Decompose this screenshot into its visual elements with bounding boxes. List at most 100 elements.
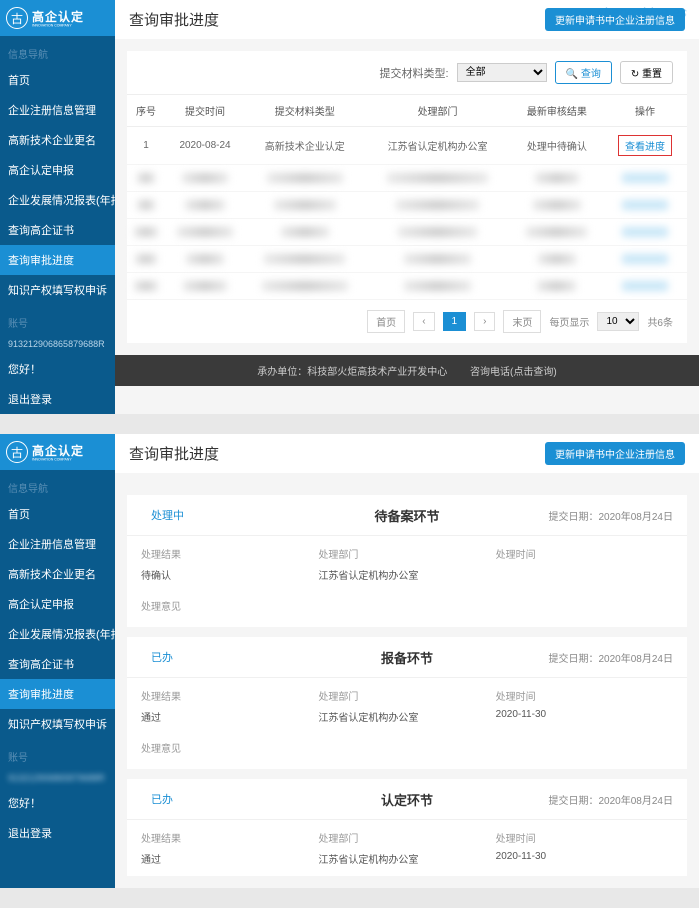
- status-tag: 处理中: [141, 505, 194, 525]
- nav-item-5[interactable]: 查询高企证书: [0, 649, 115, 679]
- nav-item-2[interactable]: 高新技术企业更名: [0, 125, 115, 155]
- footer-org: 承办单位：科技部火炬高技术产业开发中心: [257, 367, 447, 378]
- account-header-2: 账号: [0, 739, 115, 768]
- page-title: 查询审批进度: [129, 9, 219, 30]
- per-page-label: 每页显示: [549, 314, 589, 329]
- progress-table: 序号提交时间提交材料类型处理部门最新审核结果操作 1 2020-08-24 高新…: [127, 94, 687, 300]
- first-page-button[interactable]: 首页: [367, 310, 405, 333]
- footer-bar: 承办单位：科技部火炬高技术产业开发中心 咨询电话(点击查询): [115, 355, 699, 386]
- nav-item-4[interactable]: 企业发展情况报表(年报): [0, 185, 115, 215]
- table-row-blurred: [127, 273, 687, 300]
- account-id-2: 913212906865879688R: [0, 768, 115, 788]
- nav-item-7[interactable]: 知识产权填写权申诉: [0, 709, 115, 739]
- nav-item-1[interactable]: 企业注册信息管理: [0, 529, 115, 559]
- time-label: 处理时间: [496, 546, 673, 561]
- logo-name: 高企认定: [32, 8, 89, 25]
- update-registration-button-2[interactable]: 更新申请书中企业注册信息: [545, 442, 685, 465]
- nav-item-0[interactable]: 首页: [0, 499, 115, 529]
- table-row-blurred: [127, 192, 687, 219]
- logo-icon-2: 古: [6, 441, 28, 463]
- table-row-blurred: [127, 165, 687, 192]
- table-row-blurred: [127, 219, 687, 246]
- cell-date: 2020-08-24: [165, 127, 245, 165]
- filter-bar: 提交材料类型: 全部 🔍 查询 ↻ 重置: [127, 51, 687, 94]
- opinion-label: 处理意见: [127, 734, 687, 769]
- filter-label: 提交材料类型:: [380, 65, 449, 81]
- time-value: 2020-11-30: [496, 851, 673, 862]
- submit-date: 提交日期：2020年08月24日: [549, 792, 674, 807]
- logo-icon: 古: [6, 7, 28, 29]
- nav-item-5[interactable]: 查询高企证书: [0, 215, 115, 245]
- dept-value: 江苏省认定机构办公室: [318, 709, 495, 724]
- result-value: 待确认: [141, 567, 318, 582]
- submit-date: 提交日期：2020年08月24日: [549, 650, 674, 665]
- last-page-button[interactable]: 末页: [503, 310, 541, 333]
- nav-item-4[interactable]: 企业发展情况报表(年报): [0, 619, 115, 649]
- footer-contact[interactable]: 咨询电话(点击查询): [470, 367, 557, 378]
- total-count: 共6条: [647, 314, 673, 329]
- cell-dept: 江苏省认定机构办公室: [364, 127, 510, 165]
- table-header: 序号: [127, 95, 165, 127]
- table-header: 处理部门: [364, 95, 510, 127]
- next-page-button[interactable]: ›: [474, 312, 495, 331]
- pagination: 首页 ‹ 1 › 末页 每页显示 10 共6条: [127, 300, 687, 343]
- nav-header-2: 信息导航: [0, 470, 115, 499]
- cell-seq: 1: [127, 127, 165, 165]
- result-label: 处理结果: [141, 546, 318, 561]
- logout-link[interactable]: 退出登录: [0, 384, 115, 414]
- detail-card-2: 已办 认定环节 提交日期：2020年08月24日 处理结果 通过 处理部门 江苏…: [127, 779, 687, 876]
- account-header: 账号: [0, 305, 115, 334]
- cell-status: 处理中待确认: [511, 127, 603, 165]
- dept-value: 江苏省认定机构办公室: [318, 851, 495, 866]
- result-value: 通过: [141, 709, 318, 724]
- status-tag: 已办: [141, 647, 183, 667]
- dept-label: 处理部门: [318, 830, 495, 845]
- stage-title: 认定环节: [381, 790, 433, 809]
- time-value: 2020-11-30: [496, 709, 673, 720]
- material-type-select[interactable]: 全部: [457, 63, 547, 82]
- prev-page-button[interactable]: ‹: [413, 312, 434, 331]
- view-progress-link[interactable]: 查看进度: [618, 135, 672, 156]
- logo-sub-2: INNOVATION COMPANY: [32, 457, 72, 461]
- cell-type: 高新技术企业认定: [245, 127, 364, 165]
- nav-item-6[interactable]: 查询审批进度: [0, 679, 115, 709]
- page-title-2: 查询审批进度: [129, 443, 219, 464]
- dept-value: 江苏省认定机构办公室: [318, 567, 495, 582]
- main-content: 查询审批进度 shengzhige.es 更新申请书中企业注册信息 提交材料类型…: [115, 0, 699, 414]
- table-header: 提交时间: [165, 95, 245, 127]
- nav-item-3[interactable]: 高企认定申报: [0, 589, 115, 619]
- search-button[interactable]: 🔍 查询: [555, 61, 612, 84]
- table-header: 提交材料类型: [245, 95, 364, 127]
- nav-item-0[interactable]: 首页: [0, 65, 115, 95]
- nav-item-1[interactable]: 企业注册信息管理: [0, 95, 115, 125]
- table-header: 最新审核结果: [511, 95, 603, 127]
- greeting: 您好！: [0, 354, 115, 384]
- logo-name-2: 高企认定: [32, 442, 89, 459]
- nav-header: 信息导航: [0, 36, 115, 65]
- time-label: 处理时间: [496, 830, 673, 845]
- time-label: 处理时间: [496, 688, 673, 703]
- logo-area-2: 古 高企认定 INNOVATION COMPANY: [0, 434, 115, 470]
- nav-item-3[interactable]: 高企认定申报: [0, 155, 115, 185]
- dept-label: 处理部门: [318, 688, 495, 703]
- account-id: 913212906865879688R: [0, 334, 115, 354]
- per-page-select[interactable]: 10: [597, 312, 639, 331]
- watermark: shengzhige.es: [597, 4, 687, 20]
- stage-title: 报备环节: [381, 648, 433, 667]
- page-1-button[interactable]: 1: [443, 312, 467, 331]
- logo-sub: INNOVATION COMPANY: [32, 23, 72, 27]
- stage-title: 待备案环节: [374, 506, 439, 525]
- table-header: 操作: [603, 95, 687, 127]
- sidebar-2: 古 高企认定 INNOVATION COMPANY 信息导航 首页企业注册信息管…: [0, 434, 115, 888]
- status-tag: 已办: [141, 789, 183, 809]
- logout-link-2[interactable]: 退出登录: [0, 818, 115, 848]
- detail-card-1: 已办 报备环节 提交日期：2020年08月24日 处理结果 通过 处理部门 江苏…: [127, 637, 687, 769]
- nav-item-7[interactable]: 知识产权填写权申诉: [0, 275, 115, 305]
- opinion-label: 处理意见: [127, 592, 687, 627]
- nav-item-2[interactable]: 高新技术企业更名: [0, 559, 115, 589]
- logo-area: 古 高企认定 INNOVATION COMPANY: [0, 0, 115, 36]
- reset-button[interactable]: ↻ 重置: [620, 61, 673, 84]
- result-value: 通过: [141, 851, 318, 866]
- nav-item-6[interactable]: 查询审批进度: [0, 245, 115, 275]
- table-row: 1 2020-08-24 高新技术企业认定 江苏省认定机构办公室 处理中待确认 …: [127, 127, 687, 165]
